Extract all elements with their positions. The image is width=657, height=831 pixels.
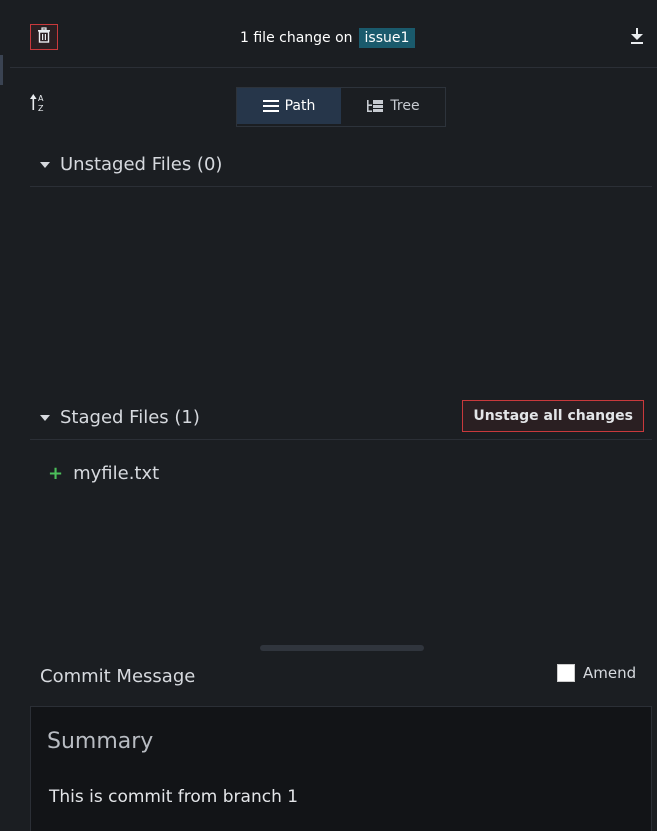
summary-input[interactable]: Summary (47, 729, 153, 754)
svg-text:A: A (38, 94, 44, 103)
tree-view-label: Tree (390, 98, 420, 114)
left-accent-bar (0, 55, 3, 85)
unstaged-section-toggle[interactable]: Unstaged Files (0) (40, 141, 222, 187)
commit-message-label: Commit Message (40, 666, 196, 687)
trash-icon (37, 27, 51, 47)
panel-header: 1 file change on issue1 (10, 0, 657, 68)
staged-file-row[interactable]: + myfile.txt (48, 458, 159, 488)
path-view-button[interactable]: Path (237, 88, 341, 124)
amend-checkbox-control[interactable]: Amend (557, 664, 636, 682)
path-view-label: Path (284, 98, 316, 114)
plus-icon: + (48, 462, 64, 484)
staged-file-name: myfile.txt (73, 462, 160, 484)
panel-splitter-handle[interactable] (260, 645, 424, 651)
branch-badge: issue1 (358, 28, 416, 48)
staged-section-toggle[interactable]: Staged Files (1) (40, 394, 200, 440)
amend-label: Amend (583, 664, 637, 682)
amend-checkbox[interactable] (557, 664, 575, 682)
sort-alpha-icon[interactable]: A Z (30, 92, 48, 114)
unstaged-section-title: Unstaged Files (0) (60, 153, 223, 175)
caret-down-icon (40, 415, 50, 421)
caret-down-icon (40, 162, 50, 168)
header-title: 1 file change on issue1 (240, 28, 416, 48)
view-mode-toggle: Path Tree (236, 87, 446, 127)
staged-section-header: Staged Files (1) Unstage all changes (30, 394, 652, 440)
file-change-count: 1 file change on (240, 30, 353, 46)
unstage-all-button[interactable]: Unstage all changes (462, 400, 644, 432)
download-icon[interactable] (628, 26, 646, 46)
commit-message-box: Summary This is commit from branch 1 (30, 706, 652, 831)
discard-all-button[interactable] (30, 24, 58, 50)
staged-section-title: Staged Files (1) (60, 406, 200, 428)
unstaged-section-header: Unstaged Files (0) (30, 141, 652, 187)
svg-text:Z: Z (38, 104, 44, 113)
tree-icon (366, 99, 384, 113)
tree-view-button[interactable]: Tree (341, 88, 445, 124)
list-icon (262, 99, 279, 113)
description-input[interactable]: This is commit from branch 1 (49, 787, 298, 807)
commit-panel: 1 file change on issue1 A Z Path Tree Un… (0, 0, 657, 831)
